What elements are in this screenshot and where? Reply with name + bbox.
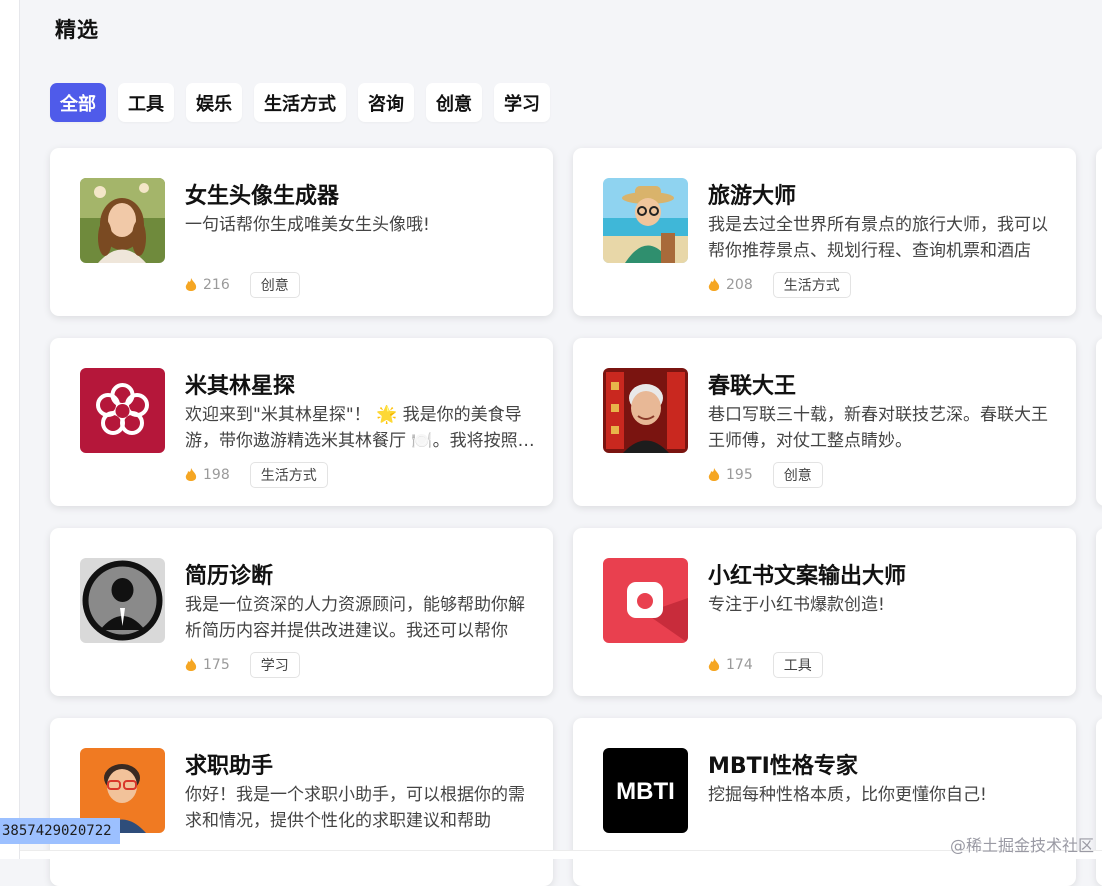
usage-count: 195	[726, 467, 753, 483]
mbti-logo-avatar: MBTI	[603, 748, 688, 833]
tab-all[interactable]: 全部	[50, 83, 106, 122]
bot-card-girl-avatar-generator[interactable]: 女生头像生成器 一句话帮你生成唯美女生头像哦! 216 创意	[50, 148, 553, 316]
id-status-chip: 3857429020722	[0, 818, 120, 844]
partial-card-right[interactable]	[1096, 338, 1102, 506]
card-meta: 198 生活方式	[185, 462, 328, 488]
card-description: 你好！我是一个求职小助手，可以根据你的需求和情况，提供个性化的求职建议和帮助	[185, 785, 525, 831]
usage-count: 174	[726, 657, 753, 673]
card-description: 欢迎来到"米其林星探"！ 🌟 我是你的美食导游，带你遨游精选米其林餐厅 🍽️。我…	[185, 405, 535, 451]
card-meta: 174 工具	[708, 652, 823, 678]
card-meta: 216 创意	[185, 272, 300, 298]
usage-count: 198	[203, 467, 230, 483]
card-description: 一句话帮你生成唯美女生头像哦!	[185, 215, 430, 235]
category-tabs: 全部 工具 娱乐 生活方式 咨询 创意 学习	[50, 83, 550, 122]
category-tag[interactable]: 生活方式	[772, 272, 851, 298]
bot-card-xiaohongshu-copywriter[interactable]: 小红书文案输出大师 专注于小红书爆款创造! 174 工具	[573, 528, 1076, 696]
tab-creative[interactable]: 创意	[426, 83, 482, 122]
card-meta: 208 生活方式	[708, 272, 851, 298]
flame-icon	[708, 277, 720, 291]
usage-count: 216	[203, 277, 230, 293]
tab-learning[interactable]: 学习	[494, 83, 550, 122]
bot-card-spring-couplet-king[interactable]: 春联大王 巷口写联三十载，新春对联技艺深。春联大王王师傅，对仗工整点睛妙。 19…	[573, 338, 1076, 506]
bot-card-travel-master[interactable]: 旅游大师 我是去过全世界所有景点的旅行大师，我可以帮你推荐景点、规划行程、查询机…	[573, 148, 1076, 316]
card-title: 米其林星探	[185, 374, 296, 399]
bot-card-job-assistant[interactable]: 求职助手 你好！我是一个求职小助手，可以根据你的需求和情况，提供个性化的求职建议…	[50, 718, 553, 886]
category-tag[interactable]: 创意	[772, 462, 823, 488]
partial-card-right[interactable]	[1096, 148, 1102, 316]
tab-consulting[interactable]: 咨询	[358, 83, 414, 122]
tab-tools[interactable]: 工具	[118, 83, 174, 122]
traveler-avatar	[603, 178, 688, 263]
card-description: 巷口写联三十载，新春对联技艺深。春联大王王师傅，对仗工整点睛妙。	[708, 405, 1048, 451]
flame-icon	[185, 657, 197, 671]
flame-icon	[708, 467, 720, 481]
bottom-strip	[20, 850, 1102, 859]
card-description: 我是去过全世界所有景点的旅行大师，我可以帮你推荐景点、规划行程、查询机票和酒店	[708, 215, 1048, 261]
michelin-logo-avatar	[80, 368, 165, 453]
hr-consultant-avatar	[80, 558, 165, 643]
bot-card-michelin-scout[interactable]: 米其林星探 欢迎来到"米其林星探"！ 🌟 我是你的美食导游，带你遨游精选米其林餐…	[50, 338, 553, 506]
category-tag[interactable]: 创意	[249, 272, 300, 298]
card-title: MBTI性格专家	[708, 754, 858, 779]
usage-count: 208	[726, 277, 753, 293]
bot-card-mbti-expert[interactable]: MBTI MBTI性格专家 挖掘每种性格本质，比你更懂你自己!	[573, 718, 1076, 886]
card-title: 旅游大师	[708, 184, 797, 209]
partial-card-right[interactable]	[1096, 528, 1102, 696]
card-title: 求职助手	[185, 754, 274, 779]
category-tag[interactable]: 生活方式	[249, 462, 328, 488]
category-tag[interactable]: 工具	[772, 652, 823, 678]
card-title: 春联大王	[708, 374, 797, 399]
card-description: 专注于小红书爆款创造!	[708, 595, 885, 615]
calligrapher-portrait-avatar	[603, 368, 688, 453]
card-title: 简历诊断	[185, 564, 274, 589]
tab-entertainment[interactable]: 娱乐	[186, 83, 242, 122]
flame-icon	[708, 657, 720, 671]
card-title: 小红书文案输出大师	[708, 564, 907, 589]
card-title: 女生头像生成器	[185, 184, 340, 209]
card-description: 挖掘每种性格本质，比你更懂你自己!	[708, 785, 987, 805]
card-meta: 175 学习	[185, 652, 300, 678]
category-tag[interactable]: 学习	[249, 652, 300, 678]
usage-count: 175	[203, 657, 230, 673]
flame-icon	[185, 467, 197, 481]
card-description: 我是一位资深的人力资源顾问，能够帮助你解析简历内容并提供改进建议。我还可以帮你	[185, 595, 525, 641]
girl-portrait-avatar	[80, 178, 165, 263]
flame-icon	[185, 277, 197, 291]
page-title: 精选	[55, 18, 99, 42]
partial-card-right[interactable]	[1096, 718, 1102, 886]
card-meta: 195 创意	[708, 462, 823, 488]
left-rail	[0, 0, 20, 859]
bot-card-resume-diagnosis[interactable]: 简历诊断 我是一位资深的人力资源顾问，能够帮助你解析简历内容并提供改进建议。我还…	[50, 528, 553, 696]
xiaohongshu-icon-avatar	[603, 558, 688, 643]
tab-lifestyle[interactable]: 生活方式	[254, 83, 346, 122]
svg-text:MBTI: MBTI	[616, 778, 675, 805]
watermark: @稀土掘金技术社区	[949, 836, 1094, 855]
